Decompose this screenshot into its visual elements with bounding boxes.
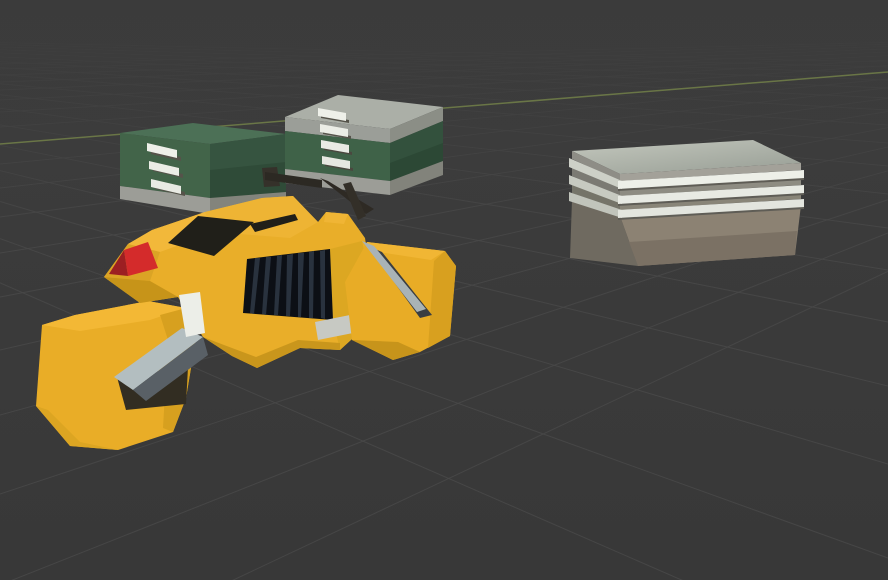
viewport-3d[interactable] (0, 0, 888, 580)
crate-silver-stacked[interactable] (569, 140, 804, 266)
scene-canvas[interactable] (0, 0, 888, 580)
hoverbike-body-face (324, 212, 348, 224)
